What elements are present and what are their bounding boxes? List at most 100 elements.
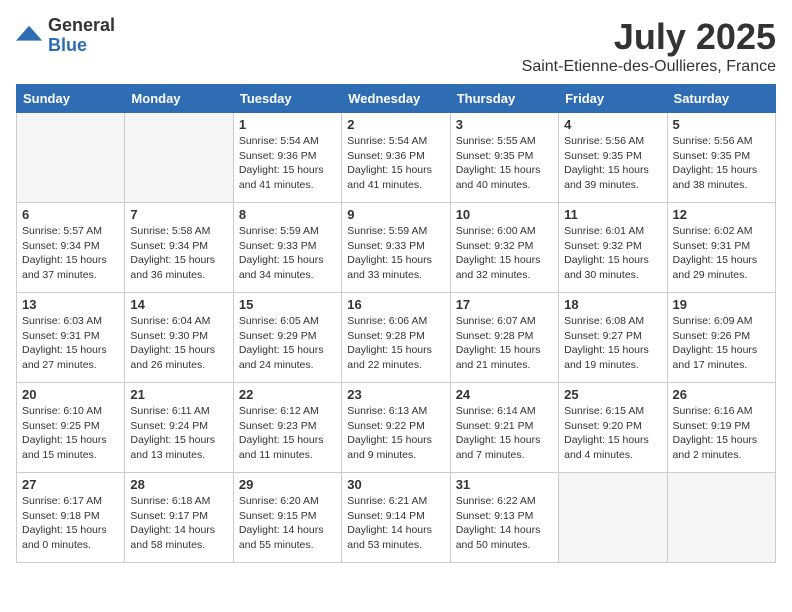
weekday-header-saturday: Saturday: [667, 85, 775, 113]
logo-icon: [16, 22, 44, 50]
day-info: Sunrise: 6:07 AM Sunset: 9:28 PM Dayligh…: [456, 314, 553, 373]
calendar-cell: 12 Sunrise: 6:02 AM Sunset: 9:31 PM Dayli…: [667, 203, 775, 293]
logo-blue-text: Blue: [48, 36, 115, 56]
calendar-cell: 19 Sunrise: 6:09 AM Sunset: 9:26 PM Dayli…: [667, 293, 775, 383]
day-number: 1: [239, 117, 336, 132]
day-info: Sunrise: 5:54 AM Sunset: 9:36 PM Dayligh…: [239, 134, 336, 193]
day-info: Sunrise: 6:10 AM Sunset: 9:25 PM Dayligh…: [22, 404, 119, 463]
day-number: 14: [130, 297, 227, 312]
day-info: Sunrise: 5:56 AM Sunset: 9:35 PM Dayligh…: [564, 134, 661, 193]
day-info: Sunrise: 6:20 AM Sunset: 9:15 PM Dayligh…: [239, 494, 336, 553]
calendar-week-4: 20 Sunrise: 6:10 AM Sunset: 9:25 PM Dayli…: [17, 383, 776, 473]
logo: General Blue: [16, 16, 115, 56]
calendar-cell: 11 Sunrise: 6:01 AM Sunset: 9:32 PM Dayli…: [559, 203, 667, 293]
day-number: 4: [564, 117, 661, 132]
calendar-cell: 7 Sunrise: 5:58 AM Sunset: 9:34 PM Daylig…: [125, 203, 233, 293]
calendar-cell: 5 Sunrise: 5:56 AM Sunset: 9:35 PM Daylig…: [667, 113, 775, 203]
day-number: 28: [130, 477, 227, 492]
calendar-cell: 14 Sunrise: 6:04 AM Sunset: 9:30 PM Dayli…: [125, 293, 233, 383]
page-header: General Blue July 2025 Saint-Etienne-des…: [16, 16, 776, 76]
month-title: July 2025: [522, 16, 776, 58]
calendar-cell: 23 Sunrise: 6:13 AM Sunset: 9:22 PM Dayli…: [342, 383, 450, 473]
day-number: 31: [456, 477, 553, 492]
calendar-cell: 28 Sunrise: 6:18 AM Sunset: 9:17 PM Dayli…: [125, 473, 233, 563]
calendar-cell: 26Sunrise: 6:16 AM Sunset: 9:19 PM Dayli…: [667, 383, 775, 473]
calendar-cell: 29 Sunrise: 6:20 AM Sunset: 9:15 PM Dayli…: [233, 473, 341, 563]
calendar-cell: 10Sunrise: 6:00 AM Sunset: 9:32 PM Dayli…: [450, 203, 558, 293]
day-number: 9: [347, 207, 444, 222]
day-info: Sunrise: 6:03 AM Sunset: 9:31 PM Dayligh…: [22, 314, 119, 373]
day-number: 11: [564, 207, 661, 222]
day-number: 25: [564, 387, 661, 402]
day-info: Sunrise: 6:02 AM Sunset: 9:31 PM Dayligh…: [673, 224, 770, 283]
logo-general-text: General: [48, 16, 115, 36]
day-info: Sunrise: 6:22 AM Sunset: 9:13 PM Dayligh…: [456, 494, 553, 553]
day-number: 20: [22, 387, 119, 402]
day-info: Sunrise: 6:11 AM Sunset: 9:24 PM Dayligh…: [130, 404, 227, 463]
weekday-header-monday: Monday: [125, 85, 233, 113]
calendar-cell: 24 Sunrise: 6:14 AM Sunset: 9:21 PM Dayli…: [450, 383, 558, 473]
day-number: 22: [239, 387, 336, 402]
calendar-cell: 9Sunrise: 5:59 AM Sunset: 9:33 PM Daylig…: [342, 203, 450, 293]
day-number: 10: [456, 207, 553, 222]
calendar-cell: 20 Sunrise: 6:10 AM Sunset: 9:25 PM Dayli…: [17, 383, 125, 473]
day-info: Sunrise: 6:17 AM Sunset: 9:18 PM Dayligh…: [22, 494, 119, 553]
day-number: 18: [564, 297, 661, 312]
calendar-cell: [125, 113, 233, 203]
day-info: Sunrise: 6:06 AM Sunset: 9:28 PM Dayligh…: [347, 314, 444, 373]
calendar-week-5: 27Sunrise: 6:17 AM Sunset: 9:18 PM Dayli…: [17, 473, 776, 563]
calendar-cell: 15 Sunrise: 6:05 AM Sunset: 9:29 PM Dayli…: [233, 293, 341, 383]
calendar-cell: 18 Sunrise: 6:08 AM Sunset: 9:27 PM Dayli…: [559, 293, 667, 383]
logo-text: General Blue: [48, 16, 115, 56]
day-info: Sunrise: 6:14 AM Sunset: 9:21 PM Dayligh…: [456, 404, 553, 463]
day-info: Sunrise: 6:09 AM Sunset: 9:26 PM Dayligh…: [673, 314, 770, 373]
day-number: 7: [130, 207, 227, 222]
day-info: Sunrise: 6:15 AM Sunset: 9:20 PM Dayligh…: [564, 404, 661, 463]
day-info: Sunrise: 5:55 AM Sunset: 9:35 PM Dayligh…: [456, 134, 553, 193]
day-number: 2: [347, 117, 444, 132]
day-number: 3: [456, 117, 553, 132]
day-number: 5: [673, 117, 770, 132]
day-info: Sunrise: 6:01 AM Sunset: 9:32 PM Dayligh…: [564, 224, 661, 283]
day-number: 15: [239, 297, 336, 312]
calendar-table: SundayMondayTuesdayWednesdayThursdayFrid…: [16, 84, 776, 563]
calendar-cell: 2Sunrise: 5:54 AM Sunset: 9:36 PM Daylig…: [342, 113, 450, 203]
day-number: 12: [673, 207, 770, 222]
calendar-cell: 22 Sunrise: 6:12 AM Sunset: 9:23 PM Dayli…: [233, 383, 341, 473]
calendar-cell: [17, 113, 125, 203]
day-info: Sunrise: 6:04 AM Sunset: 9:30 PM Dayligh…: [130, 314, 227, 373]
day-info: Sunrise: 6:13 AM Sunset: 9:22 PM Dayligh…: [347, 404, 444, 463]
day-number: 23: [347, 387, 444, 402]
day-number: 29: [239, 477, 336, 492]
day-info: Sunrise: 5:58 AM Sunset: 9:34 PM Dayligh…: [130, 224, 227, 283]
calendar-cell: 13Sunrise: 6:03 AM Sunset: 9:31 PM Dayli…: [17, 293, 125, 383]
day-info: Sunrise: 6:12 AM Sunset: 9:23 PM Dayligh…: [239, 404, 336, 463]
day-number: 8: [239, 207, 336, 222]
day-number: 16: [347, 297, 444, 312]
location-title: Saint-Etienne-des-Oullieres, France: [522, 58, 776, 76]
calendar-cell: 25 Sunrise: 6:15 AM Sunset: 9:20 PM Dayli…: [559, 383, 667, 473]
day-info: Sunrise: 5:59 AM Sunset: 9:33 PM Dayligh…: [239, 224, 336, 283]
day-number: 30: [347, 477, 444, 492]
weekday-header-row: SundayMondayTuesdayWednesdayThursdayFrid…: [17, 85, 776, 113]
calendar-cell: 21 Sunrise: 6:11 AM Sunset: 9:24 PM Dayli…: [125, 383, 233, 473]
day-number: 19: [673, 297, 770, 312]
calendar-cell: 6Sunrise: 5:57 AM Sunset: 9:34 PM Daylig…: [17, 203, 125, 293]
calendar-cell: 3 Sunrise: 5:55 AM Sunset: 9:35 PM Daylig…: [450, 113, 558, 203]
day-number: 17: [456, 297, 553, 312]
title-block: July 2025 Saint-Etienne-des-Oullieres, F…: [522, 16, 776, 76]
day-info: Sunrise: 6:05 AM Sunset: 9:29 PM Dayligh…: [239, 314, 336, 373]
day-info: Sunrise: 5:56 AM Sunset: 9:35 PM Dayligh…: [673, 134, 770, 193]
day-info: Sunrise: 6:18 AM Sunset: 9:17 PM Dayligh…: [130, 494, 227, 553]
calendar-week-2: 6Sunrise: 5:57 AM Sunset: 9:34 PM Daylig…: [17, 203, 776, 293]
day-number: 24: [456, 387, 553, 402]
calendar-cell: 17 Sunrise: 6:07 AM Sunset: 9:28 PM Dayli…: [450, 293, 558, 383]
day-number: 21: [130, 387, 227, 402]
day-info: Sunrise: 6:08 AM Sunset: 9:27 PM Dayligh…: [564, 314, 661, 373]
calendar-cell: 4 Sunrise: 5:56 AM Sunset: 9:35 PM Daylig…: [559, 113, 667, 203]
weekday-header-wednesday: Wednesday: [342, 85, 450, 113]
calendar-cell: 16 Sunrise: 6:06 AM Sunset: 9:28 PM Dayli…: [342, 293, 450, 383]
calendar-cell: 30Sunrise: 6:21 AM Sunset: 9:14 PM Dayli…: [342, 473, 450, 563]
weekday-header-tuesday: Tuesday: [233, 85, 341, 113]
calendar-week-3: 13Sunrise: 6:03 AM Sunset: 9:31 PM Dayli…: [17, 293, 776, 383]
